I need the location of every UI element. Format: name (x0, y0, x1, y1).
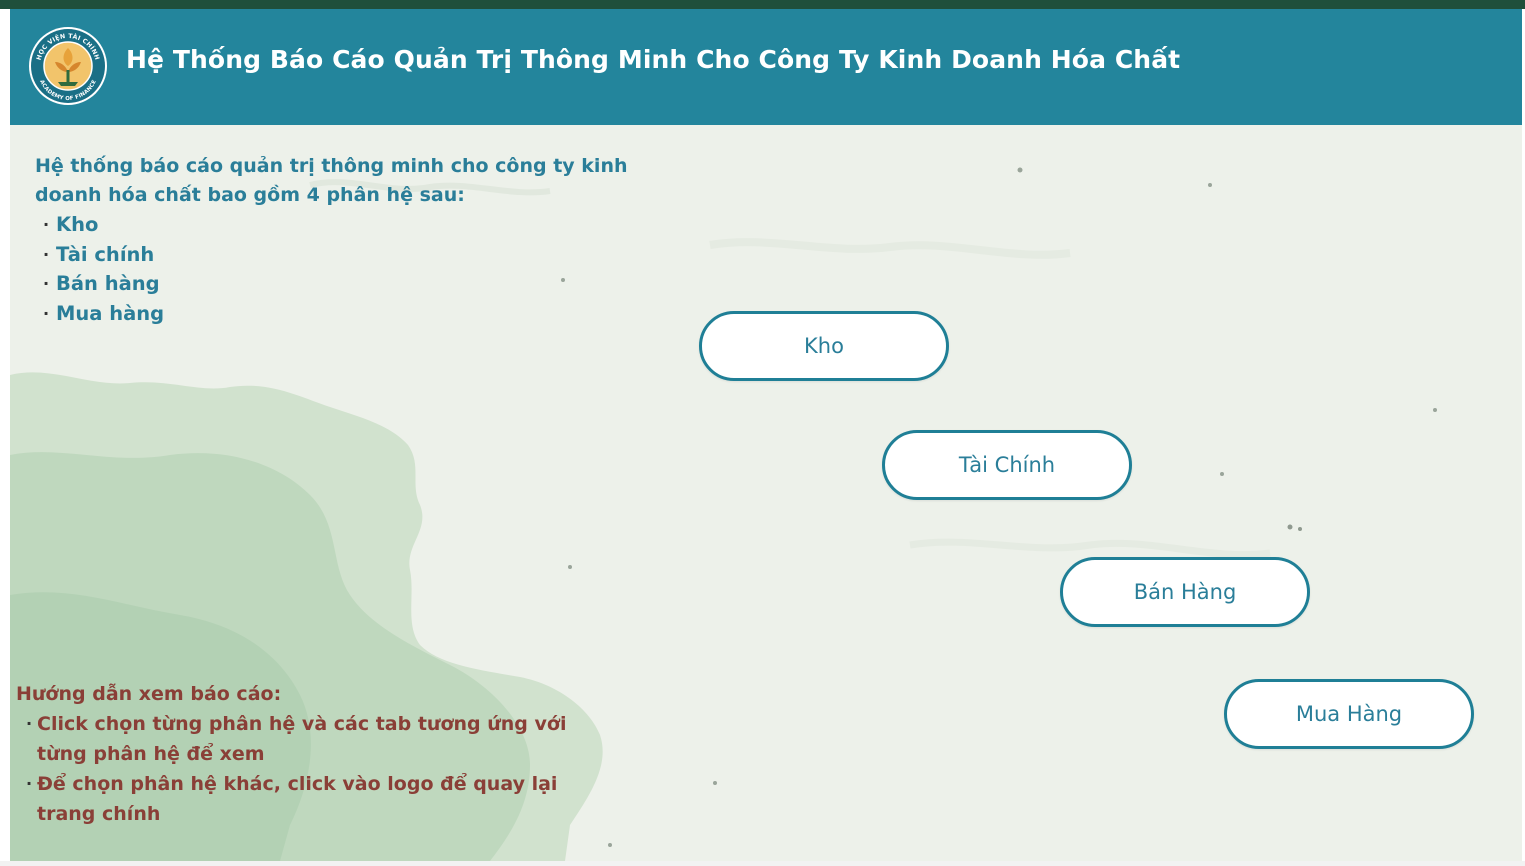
academy-logo-icon[interactable]: HỌC VIỆN TÀI CHÍNH ACADEMY OF FINANCE (28, 26, 108, 106)
guide-list: Click chọn từng phân hệ và các tab tương… (16, 709, 576, 829)
intro-section: Hệ thống báo cáo quản trị thông minh cho… (35, 152, 635, 328)
main-canvas: Hệ thống báo cáo quản trị thông minh cho… (10, 125, 1522, 861)
window-bottom-strip (0, 861, 1525, 866)
guide-item-back-to-home: Để chọn phân hệ khác, click vào logo để … (16, 769, 576, 829)
module-list: Kho Tài chính Bán hàng Mua hàng (35, 210, 635, 328)
module-list-item-tai-chinh: Tài chính (35, 240, 635, 270)
report-page: HỌC VIỆN TÀI CHÍNH ACADEMY OF FINANCE Hệ… (10, 9, 1522, 861)
tai-chinh-button[interactable]: Tài Chính (882, 430, 1132, 500)
ban-hang-button[interactable]: Bán Hàng (1060, 557, 1310, 627)
kho-button[interactable]: Kho (699, 311, 949, 381)
module-list-item-ban-hang: Bán hàng (35, 269, 635, 299)
guide-item-click-module: Click chọn từng phân hệ và các tab tương… (16, 709, 576, 769)
guide-heading: Hướng dẫn xem báo cáo: (16, 683, 282, 705)
page-header: HỌC VIỆN TÀI CHÍNH ACADEMY OF FINANCE Hệ… (10, 9, 1522, 125)
module-list-item-kho: Kho (35, 210, 635, 240)
mua-hang-button[interactable]: Mua Hàng (1224, 679, 1474, 749)
window-top-strip (0, 0, 1525, 9)
page-title: Hệ Thống Báo Cáo Quản Trị Thông Minh Cho… (126, 45, 1181, 74)
module-list-item-mua-hang: Mua hàng (35, 299, 635, 329)
intro-heading: Hệ thống báo cáo quản trị thông minh cho… (35, 155, 628, 206)
guide-section: Hướng dẫn xem báo cáo: Click chọn từng p… (16, 679, 576, 829)
